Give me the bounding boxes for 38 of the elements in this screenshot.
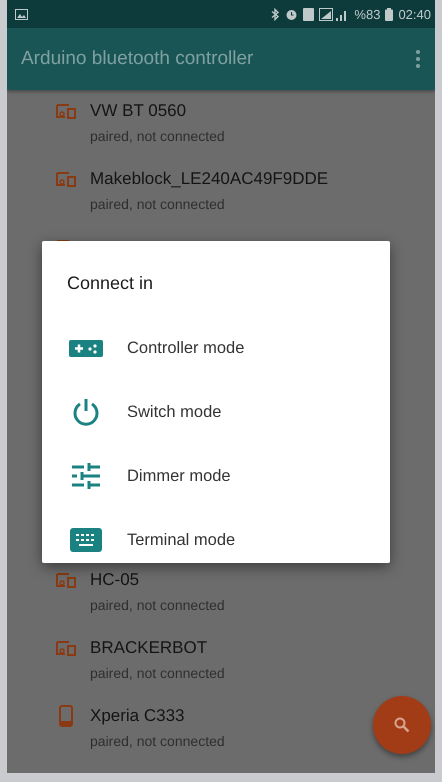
battery-icon xyxy=(385,8,394,20)
mode-option[interactable]: Controller mode xyxy=(42,316,390,380)
overflow-menu-icon[interactable] xyxy=(415,49,421,69)
sim-icon xyxy=(303,8,314,20)
devices-icon xyxy=(56,171,76,187)
device-name: HC-05 xyxy=(90,569,140,591)
device-name: VW BT 0560 xyxy=(90,100,188,122)
mode-option[interactable]: Dimmer mode xyxy=(42,444,390,508)
dialog-title: Connect in xyxy=(67,272,154,295)
sliders-icon xyxy=(71,463,101,489)
device-name: Xperia C333 xyxy=(90,705,186,727)
devices-icon xyxy=(56,572,76,588)
device-row[interactable]: Xperia C333 paired, not connected xyxy=(7,695,435,763)
image-icon xyxy=(15,8,28,20)
search-button[interactable] xyxy=(373,696,431,754)
battery-percent: %83 xyxy=(354,6,380,22)
clock-time: 02:40 xyxy=(398,6,431,22)
device-status: paired, not connected xyxy=(90,664,225,683)
app-title: Arduino bluetooth controller xyxy=(21,48,254,70)
mode-option[interactable]: Switch mode xyxy=(42,380,390,444)
phone-icon xyxy=(59,705,73,727)
bluetooth-icon xyxy=(271,8,280,20)
devices-icon xyxy=(56,640,76,656)
search-icon xyxy=(394,717,410,733)
device-status: paired, not connected xyxy=(90,732,225,751)
device-name: BRACKERBOT xyxy=(90,637,208,659)
device-row[interactable]: BRACKERBOT paired, not connected xyxy=(7,627,435,695)
device-row[interactable]: VW BT 0560 paired, not connected xyxy=(7,90,435,158)
keyboard-icon xyxy=(70,528,102,552)
device-status: paired, not connected xyxy=(90,195,226,214)
alarm-icon xyxy=(285,8,298,20)
device-status: paired, not connected xyxy=(90,596,225,615)
gamepad-icon xyxy=(69,340,103,356)
device-name: Makeblock_LE240AC49F9DDE xyxy=(90,168,328,190)
devices-icon xyxy=(56,103,76,119)
device-row[interactable]: Makeblock_LE240AC49F9DDE paired, not connected xyxy=(7,158,435,226)
device-status: paired, not connected xyxy=(90,127,225,146)
power-icon xyxy=(71,397,101,427)
